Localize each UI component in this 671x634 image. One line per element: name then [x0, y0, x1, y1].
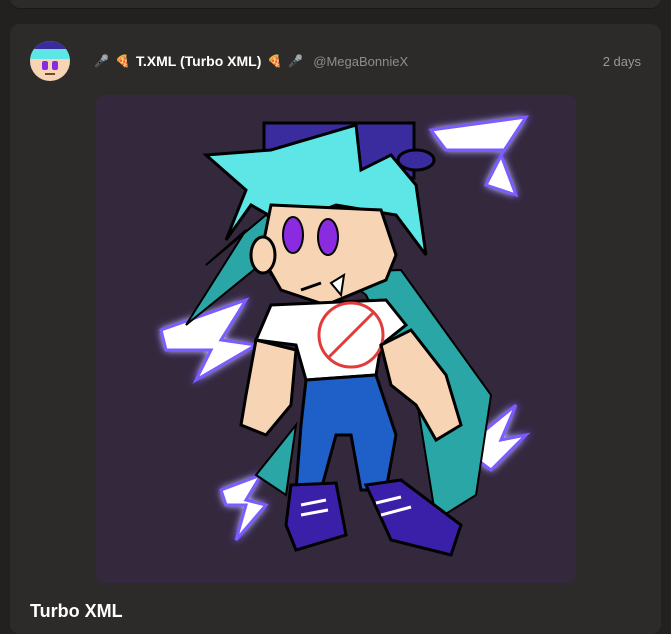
microphone-icon: 🎤: [288, 54, 304, 68]
display-name[interactable]: T.XML (Turbo XML): [136, 53, 261, 69]
post-card: 🎤 🍕 T.XML (Turbo XML) 🍕 🎤 @MegaBonnieX 2…: [10, 24, 661, 634]
post-image[interactable]: [96, 95, 576, 583]
previous-post-card: [10, 0, 661, 8]
author-handle[interactable]: @MegaBonnieX: [313, 54, 408, 69]
microphone-icon: 🎤: [94, 54, 109, 68]
pizza-icon: 🍕: [114, 54, 130, 68]
post-timestamp: 2 days: [602, 54, 641, 69]
post-author-line: 🎤 🍕 T.XML (Turbo XML) 🍕 🎤 @MegaBonnieX: [94, 51, 408, 71]
character-illustration: [159, 115, 531, 557]
post-title[interactable]: Turbo XML: [30, 601, 123, 622]
pizza-icon: 🍕: [267, 54, 283, 68]
avatar[interactable]: [30, 41, 70, 81]
